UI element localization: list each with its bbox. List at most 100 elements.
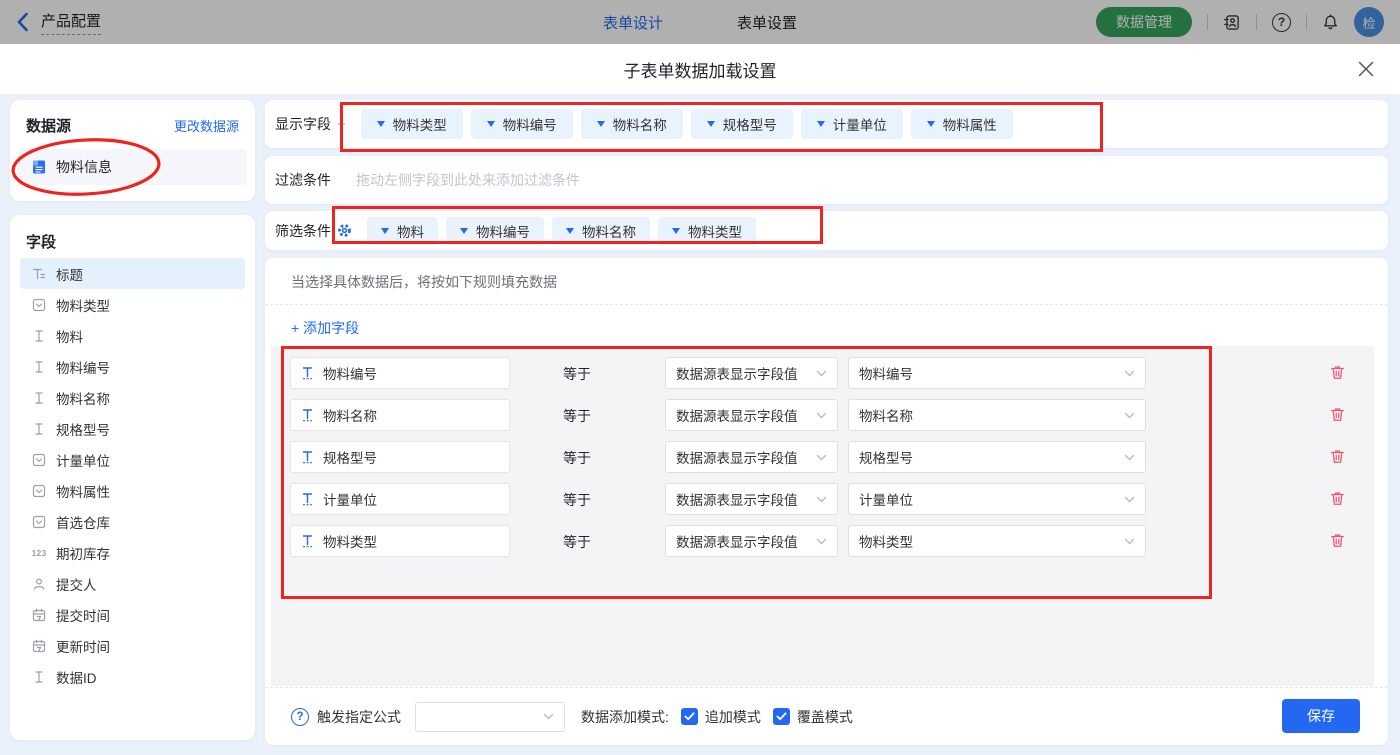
add-field-button[interactable]: + 添加字段 <box>265 305 405 350</box>
tab-form-design[interactable]: 表单设计 <box>603 12 663 33</box>
field-item[interactable]: 物料编号 <box>20 351 245 382</box>
trash-icon[interactable] <box>1329 406 1346 423</box>
field-item[interactable]: 更新时间 <box>20 630 245 661</box>
datasource-panel: 数据源 更改数据源 物料信息 <box>10 100 255 201</box>
source-type-select[interactable]: 数据源表显示字段值 <box>665 399 838 431</box>
chevron-down-icon <box>1124 496 1135 502</box>
text-icon <box>302 535 313 548</box>
checkbox-overwrite-mode[interactable] <box>772 708 790 725</box>
help-icon[interactable]: ? <box>1272 12 1291 32</box>
add-display-field-icon[interactable]: + <box>337 116 346 133</box>
number-icon: 123 <box>31 547 47 558</box>
filter-drop-placeholder: 拖动左侧字段到此处来添加过滤条件 <box>356 172 580 188</box>
rule-field-select[interactable]: 物料名称 <box>290 399 510 431</box>
trash-icon[interactable] <box>1329 490 1346 507</box>
overwrite-mode-label: 覆盖模式 <box>796 708 853 725</box>
caret-down-icon <box>672 227 680 234</box>
operator-label: 等于 <box>563 408 591 424</box>
screen-field-tag[interactable]: 物料类型 <box>658 216 756 245</box>
caret-down-icon <box>926 121 935 127</box>
rule-field-select[interactable]: 计量单位 <box>290 483 510 515</box>
tab-form-settings[interactable]: 表单设置 <box>737 12 797 33</box>
help-icon[interactable]: ? <box>291 707 309 726</box>
chevron-down-icon <box>1124 412 1135 418</box>
datasource-item[interactable]: 物料信息 <box>18 149 247 185</box>
save-button[interactable]: 保存 <box>1282 699 1360 733</box>
rule-field-select[interactable]: 物料编号 <box>290 357 510 389</box>
avatar[interactable]: 检 <box>1354 7 1384 37</box>
display-field-tag[interactable]: 物料编号 <box>470 109 573 139</box>
rule-field-select[interactable]: 规格型号 <box>290 441 510 473</box>
gear-icon[interactable] <box>337 223 352 238</box>
display-field-tag[interactable]: 物料类型 <box>360 109 463 139</box>
source-field-select[interactable]: 物料编号 <box>848 357 1146 389</box>
display-fields-row: 显示字段 + 物料类型 物料编号 物料名称 规格型号 计量单位 物料属性 <box>265 100 1388 148</box>
trash-icon[interactable] <box>1329 364 1346 381</box>
source-field-select[interactable]: 物料名称 <box>848 399 1146 431</box>
close-icon[interactable] <box>1358 61 1374 82</box>
field-item-title[interactable]: 标题 <box>20 258 245 289</box>
field-item[interactable]: 物料 <box>20 320 245 351</box>
screen: 产品配置 表单设计 表单设置 数据管理 ? 检 子表单数据加载设置 数据源 更改… <box>0 0 1400 755</box>
source-field-select[interactable]: 规格型号 <box>848 441 1146 473</box>
calendar-icon <box>31 639 47 653</box>
select-icon <box>31 515 47 529</box>
rule-hint: 当选择具体数据后，将按如下规则填充数据 <box>291 274 557 290</box>
display-field-tag[interactable]: 物料名称 <box>580 109 683 139</box>
field-item[interactable]: 规格型号 <box>20 413 245 444</box>
display-field-tag[interactable]: 物料属性 <box>910 109 1013 139</box>
display-field-tag[interactable]: 规格型号 <box>690 109 793 139</box>
display-field-tag[interactable]: 计量单位 <box>800 109 903 139</box>
screen-field-tag[interactable]: 物料 <box>367 216 438 245</box>
source-type-select[interactable]: 数据源表显示字段值 <box>665 483 838 515</box>
change-datasource-link[interactable]: 更改数据源 <box>174 116 239 135</box>
field-item[interactable]: 物料名称 <box>20 382 245 413</box>
trash-icon[interactable] <box>1329 448 1346 465</box>
operator-label: 等于 <box>563 366 591 382</box>
field-item[interactable]: 首选仓库 <box>20 506 245 537</box>
field-item[interactable]: 123 期初库存 <box>20 537 245 568</box>
source-field-select[interactable]: 物料类型 <box>848 525 1146 557</box>
operator-label: 等于 <box>563 492 591 508</box>
bell-icon[interactable] <box>1322 13 1339 31</box>
person-icon <box>31 577 47 591</box>
field-item[interactable]: 物料属性 <box>20 475 245 506</box>
source-type-select[interactable]: 数据源表显示字段值 <box>665 525 838 557</box>
caret-down-icon <box>706 121 715 127</box>
data-manage-button[interactable]: 数据管理 <box>1096 7 1192 37</box>
text-icon <box>31 329 47 343</box>
chevron-down-icon <box>816 370 827 376</box>
modal-footer: ? 触发指定公式 数据添加模式: 追加模式 覆盖模式 保存 <box>265 688 1388 745</box>
operator-label: 等于 <box>563 450 591 466</box>
field-item[interactable]: 提交时间 <box>20 599 245 630</box>
formula-select[interactable] <box>415 701 565 732</box>
text-icon <box>302 493 313 506</box>
field-item[interactable]: 提交人 <box>20 568 245 599</box>
select-icon <box>31 298 47 312</box>
source-type-select[interactable]: 数据源表显示字段值 <box>665 441 838 473</box>
rules-table: 物料编号 等于 数据源表显示字段值 物料编号 物料名称 等于 数据源表显示字段值… <box>271 346 1374 686</box>
rule-field-select[interactable]: 物料类型 <box>290 525 510 557</box>
filter-condition-row[interactable]: 过滤条件 拖动左侧字段到此处来添加过滤条件 <box>265 156 1388 204</box>
field-item[interactable]: 数据ID <box>20 661 245 692</box>
contacts-icon[interactable] <box>1223 14 1241 31</box>
title-icon <box>31 267 47 281</box>
rule-row: 物料名称 等于 数据源表显示字段值 物料名称 <box>271 399 1374 431</box>
operator-label: 等于 <box>563 534 591 550</box>
checkbox-append-mode[interactable] <box>680 708 698 725</box>
field-item[interactable]: 计量单位 <box>20 444 245 475</box>
trash-icon[interactable] <box>1329 532 1346 549</box>
caret-down-icon <box>381 227 389 234</box>
field-item[interactable]: 物料类型 <box>20 289 245 320</box>
divider <box>1207 14 1208 30</box>
divider <box>1256 14 1257 30</box>
screen-field-tag[interactable]: 物料编号 <box>446 216 544 245</box>
select-icon <box>31 453 47 467</box>
screen-field-tag[interactable]: 物料名称 <box>552 216 650 245</box>
source-field-select[interactable]: 计量单位 <box>848 483 1146 515</box>
text-icon <box>31 670 47 684</box>
source-type-select[interactable]: 数据源表显示字段值 <box>665 357 838 389</box>
rule-row: 计量单位 等于 数据源表显示字段值 计量单位 <box>271 483 1374 515</box>
chevron-down-icon <box>1124 370 1135 376</box>
text-icon <box>31 360 47 374</box>
